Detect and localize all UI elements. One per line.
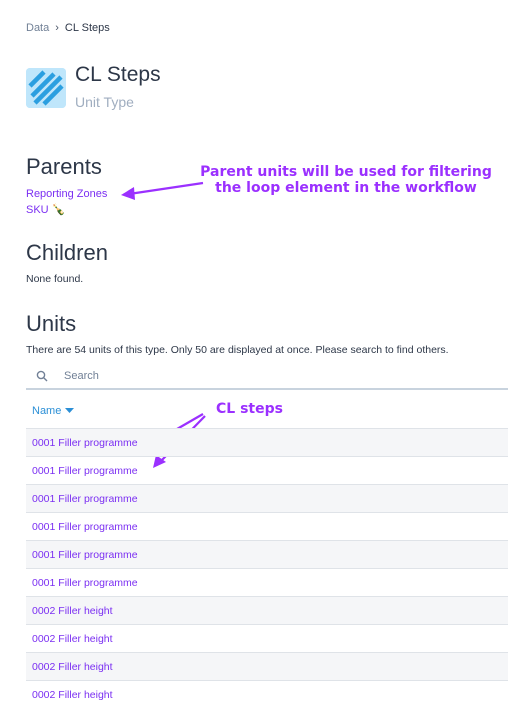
- unit-link[interactable]: 0001 Filler programme: [32, 521, 138, 533]
- breadcrumb-current: CL Steps: [64, 22, 110, 34]
- unit-link[interactable]: 0002 Filler height: [32, 661, 113, 673]
- table-row: 0002 Filler height: [26, 624, 508, 652]
- table-row: 0001 Filler programme: [26, 512, 508, 540]
- units-heading: Units: [26, 311, 77, 336]
- table-row: 0001 Filler programme: [26, 456, 508, 484]
- annotation-arrow-icon: [121, 181, 204, 200]
- parents-heading: Parents: [26, 154, 102, 179]
- unit-link[interactable]: 0001 Filler programme: [32, 465, 138, 477]
- sort-down-icon: [65, 408, 75, 413]
- breadcrumb: Data › CL Steps: [26, 22, 110, 34]
- unit-type-icon: [26, 68, 66, 108]
- unit-link[interactable]: 0001 Filler programme: [32, 549, 138, 561]
- parents-annotation-line-1: Parent units will be used for filtering: [200, 164, 492, 180]
- unit-link[interactable]: 0002 Filler height: [32, 689, 113, 701]
- table-row: 0001 Filler programme: [26, 484, 508, 512]
- search-icon: [36, 370, 48, 382]
- parents-annotation-line-2: the loop element in the workflow: [215, 180, 477, 196]
- striped-square-icon: [26, 68, 66, 108]
- unit-link[interactable]: 0002 Filler height: [32, 605, 113, 617]
- unit-link[interactable]: 0001 Filler programme: [32, 493, 138, 505]
- children-empty-text: None found.: [26, 273, 84, 285]
- units-info-text: There are 54 units of this type. Only 50…: [26, 344, 449, 356]
- search-input[interactable]: [62, 369, 466, 383]
- table-row: 0001 Filler programme: [26, 428, 508, 456]
- page-subtitle: Unit Type: [75, 94, 134, 110]
- breadcrumb-data-link[interactable]: Data: [26, 22, 49, 34]
- table-row: 0002 Filler height: [26, 652, 508, 680]
- unit-link[interactable]: 0002 Filler height: [32, 633, 113, 645]
- name-column-label: Name: [32, 405, 62, 417]
- search-bar: [26, 364, 508, 390]
- table-row: 0002 Filler height: [26, 680, 508, 708]
- units-table: 0001 Filler programme 0001 Filler progra…: [26, 428, 508, 708]
- page-title: CL Steps: [75, 63, 161, 86]
- cl-steps-annotation: CL steps: [216, 401, 283, 417]
- table-row: 0001 Filler programme: [26, 568, 508, 596]
- table-row: 0002 Filler height: [26, 596, 508, 624]
- chevron-right-icon: ›: [55, 22, 59, 34]
- children-heading: Children: [26, 240, 108, 265]
- name-column-header[interactable]: Name: [32, 405, 75, 417]
- unit-link[interactable]: 0001 Filler programme: [32, 577, 138, 589]
- unit-link[interactable]: 0001 Filler programme: [32, 437, 138, 449]
- parent-link-reporting-zones[interactable]: Reporting Zones: [26, 188, 107, 200]
- parent-link-sku[interactable]: SKU 🍾: [26, 203, 65, 216]
- table-row: 0001 Filler programme: [26, 540, 508, 568]
- parents-annotation: Parent units will be used for filtering …: [196, 164, 496, 196]
